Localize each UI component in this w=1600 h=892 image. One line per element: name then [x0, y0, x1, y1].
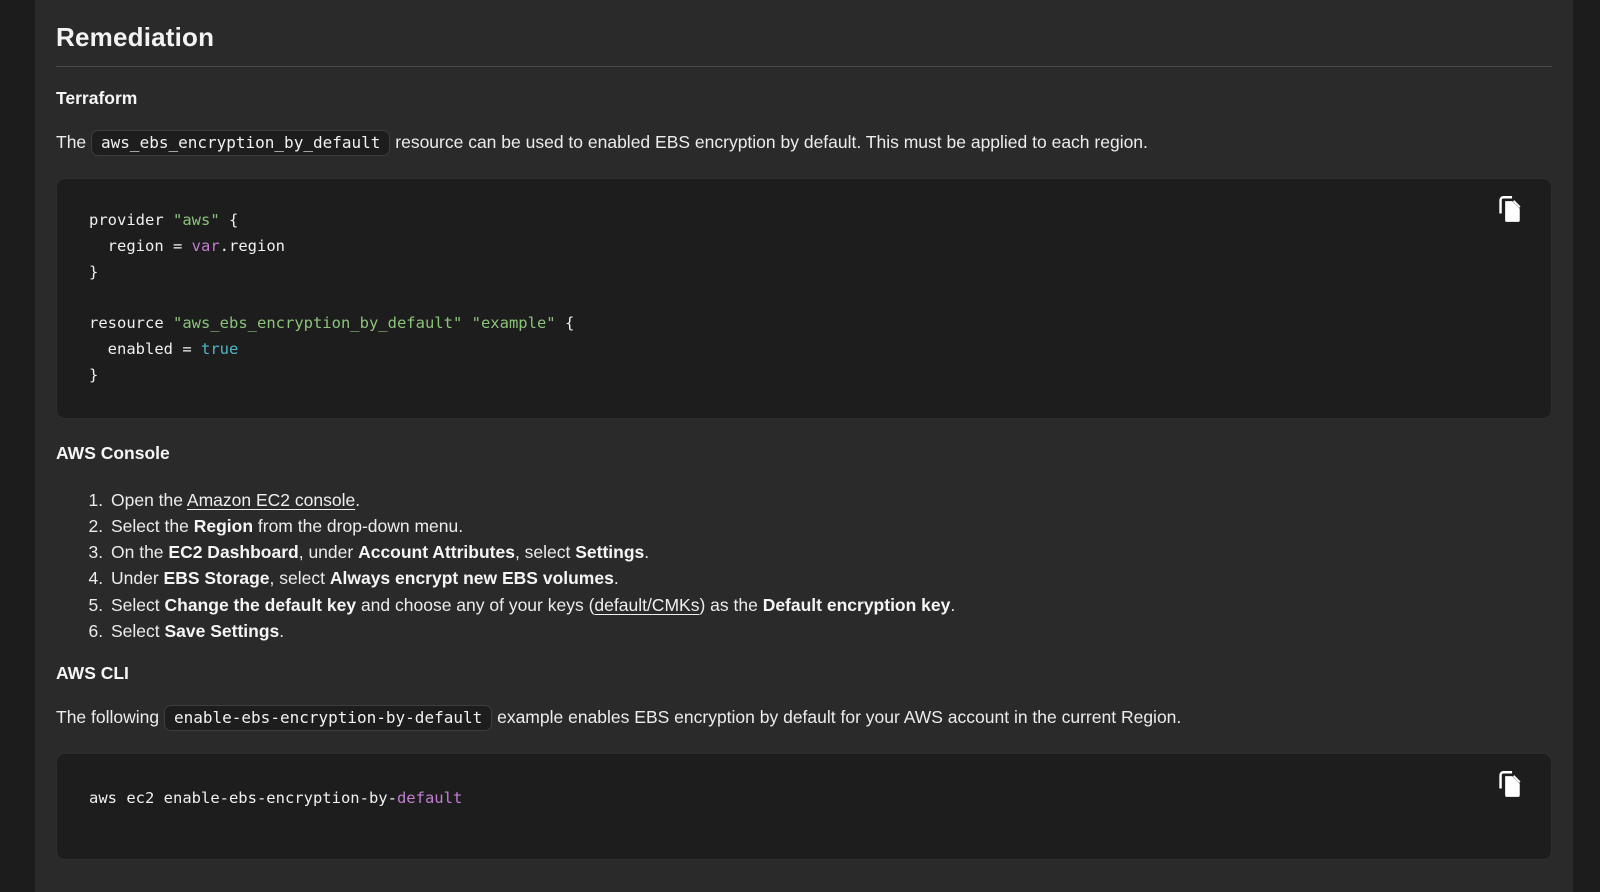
- copy-button[interactable]: [1493, 192, 1525, 226]
- code-token: "aws": [173, 211, 220, 229]
- bold-text: Region: [194, 516, 253, 536]
- text-segment: .: [644, 542, 649, 562]
- terraform-heading: Terraform: [56, 88, 1552, 108]
- code-token: default: [397, 789, 462, 807]
- text-segment: from the drop-down menu.: [253, 516, 463, 536]
- terraform-code-block: provider "aws" { region = var.region } r…: [56, 178, 1552, 419]
- text-segment: , select: [515, 542, 575, 562]
- text-segment: and choose any of your keys (: [356, 595, 594, 615]
- page-title: Remediation: [56, 22, 1552, 52]
- code-token: aws ec2 enable-ebs-encryption-by-: [89, 789, 397, 807]
- title-divider: [56, 66, 1552, 67]
- terraform-code: provider "aws" { region = var.region } r…: [89, 208, 1519, 389]
- code-token: {: [556, 314, 575, 332]
- bold-text: Save Settings: [165, 621, 280, 641]
- cli-code: aws ec2 enable-ebs-encryption-by-default: [89, 786, 1519, 812]
- list-item: Under EBS Storage, select Always encrypt…: [108, 565, 1552, 591]
- copy-icon: [1495, 193, 1524, 225]
- bold-text: Default encryption key: [763, 595, 951, 615]
- text-segment: .: [355, 490, 360, 510]
- code-token: region =: [89, 237, 192, 255]
- console-heading: AWS Console: [56, 443, 1552, 463]
- section-aws-console: AWS Console Open the Amazon EC2 console.…: [56, 443, 1552, 645]
- code-token: .region: [220, 237, 285, 255]
- section-terraform: Terraform The aws_ebs_encryption_by_defa…: [56, 88, 1552, 419]
- code-token: "aws_ebs_encryption_by_default": [173, 314, 462, 332]
- text-segment: example enables EBS encryption by defaul…: [492, 707, 1181, 727]
- text-segment: Under: [111, 568, 164, 588]
- list-item: Select Change the default key and choose…: [108, 592, 1552, 618]
- doc-link[interactable]: default/CMKs: [594, 595, 699, 615]
- cli-heading: AWS CLI: [56, 663, 1552, 683]
- code-token: enabled =: [89, 340, 201, 358]
- bold-text: Always encrypt new EBS volumes: [330, 568, 614, 588]
- bold-text: Change the default key: [165, 595, 357, 615]
- bold-text: Settings: [575, 542, 644, 562]
- text-segment: Open the: [111, 490, 187, 510]
- code-token: resource: [89, 314, 173, 332]
- text-segment: .: [950, 595, 955, 615]
- text-segment: Select: [111, 595, 165, 615]
- copy-icon: [1495, 768, 1524, 800]
- code-token: true: [201, 340, 238, 358]
- console-steps-list: Open the Amazon EC2 console.Select the R…: [56, 487, 1552, 645]
- text-segment: resource can be used to enabled EBS encr…: [390, 132, 1148, 152]
- text-segment: On the: [111, 542, 168, 562]
- code-token: [462, 314, 471, 332]
- text-segment: Select the: [111, 516, 194, 536]
- main-content: Remediation Terraform The aws_ebs_encryp…: [35, 0, 1573, 892]
- list-item: Select Save Settings.: [108, 618, 1552, 644]
- code-token: provider: [89, 211, 173, 229]
- text-segment: Select: [111, 621, 165, 641]
- text-segment: The: [56, 132, 91, 152]
- text-segment: ) as the: [699, 595, 762, 615]
- text-segment: , under: [299, 542, 358, 562]
- bold-text: EBS Storage: [164, 568, 270, 588]
- copy-button[interactable]: [1493, 767, 1525, 801]
- text-segment: .: [279, 621, 284, 641]
- text-segment: , select: [270, 568, 330, 588]
- inline-code: enable-ebs-encryption-by-default: [164, 705, 492, 731]
- section-aws-cli: AWS CLI The following enable-ebs-encrypt…: [56, 663, 1552, 860]
- inline-code: aws_ebs_encryption_by_default: [91, 130, 390, 156]
- code-token: {: [220, 211, 239, 229]
- bold-text: EC2 Dashboard: [168, 542, 298, 562]
- code-token: var: [192, 237, 220, 255]
- code-token: "example": [472, 314, 556, 332]
- code-token: }: [89, 263, 98, 281]
- doc-link[interactable]: Amazon EC2 console: [187, 490, 355, 510]
- text-segment: .: [614, 568, 619, 588]
- text-segment: The following: [56, 707, 164, 727]
- list-item: Open the Amazon EC2 console.: [108, 487, 1552, 513]
- list-item: On the EC2 Dashboard, under Account Attr…: [108, 539, 1552, 565]
- cli-code-block: aws ec2 enable-ebs-encryption-by-default: [56, 753, 1552, 860]
- terraform-intro: The aws_ebs_encryption_by_default resour…: [56, 130, 1552, 155]
- page-background: Remediation Terraform The aws_ebs_encryp…: [0, 0, 1600, 892]
- list-item: Select the Region from the drop-down men…: [108, 513, 1552, 539]
- bold-text: Account Attributes: [358, 542, 515, 562]
- cli-intro: The following enable-ebs-encryption-by-d…: [56, 705, 1552, 730]
- code-token: }: [89, 366, 98, 384]
